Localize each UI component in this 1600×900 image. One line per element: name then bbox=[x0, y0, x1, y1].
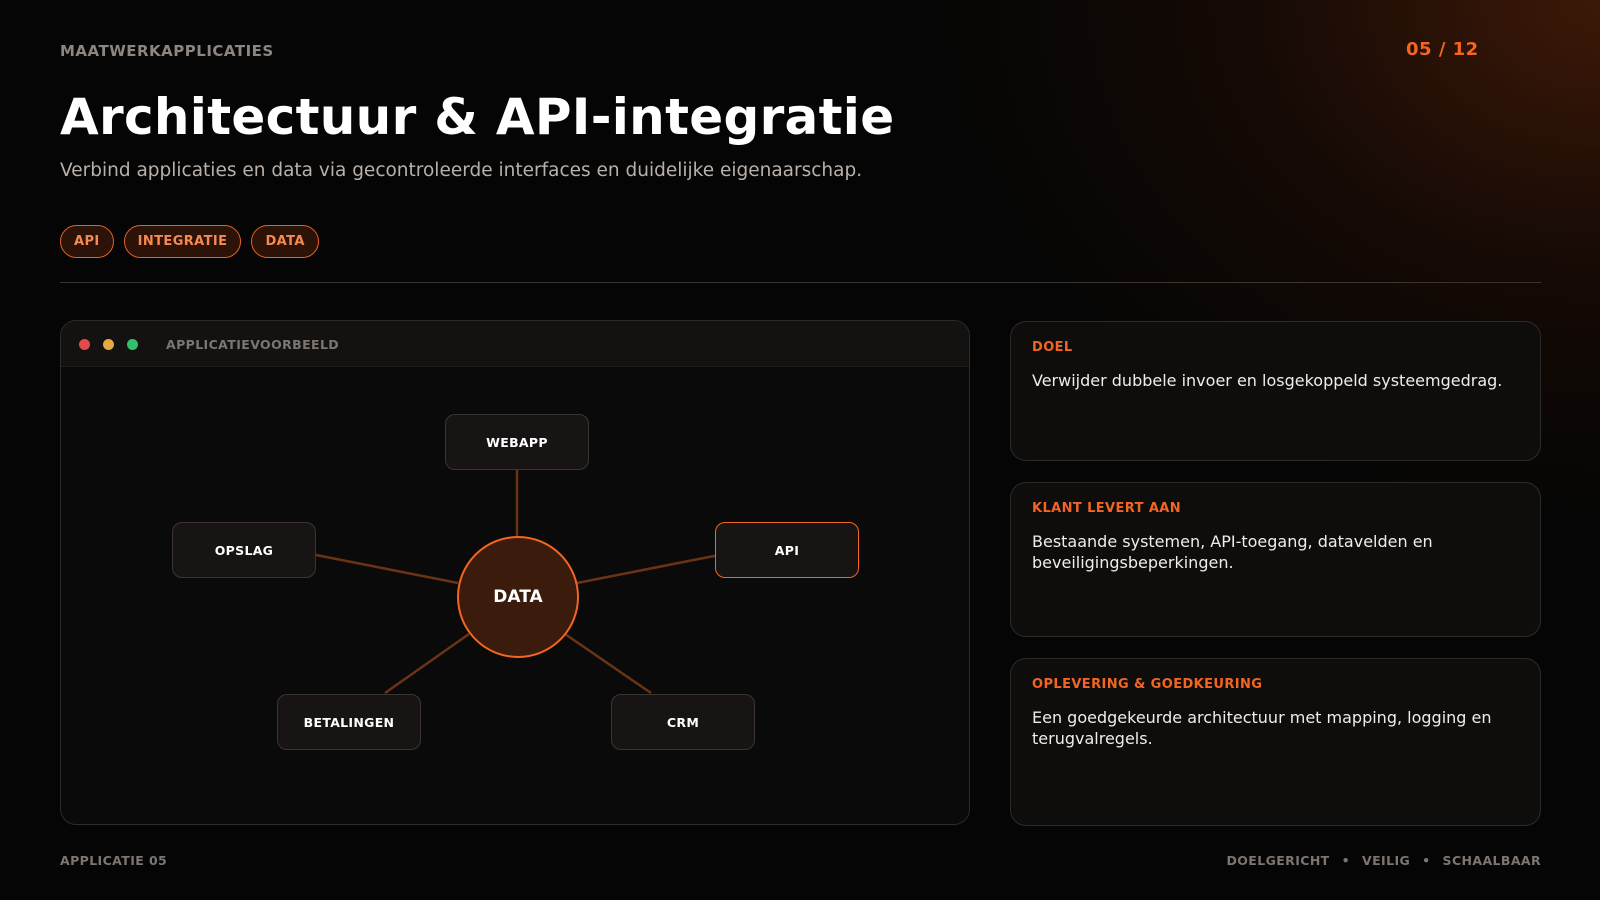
node-webapp: WEBAPP bbox=[445, 414, 589, 470]
card-label: OPLEVERING & GOEDKEURING bbox=[1032, 677, 1263, 692]
connector-api bbox=[576, 553, 720, 585]
card-text: Een goedgekeurde architectuur met mappin… bbox=[1032, 708, 1492, 748]
card-label: KLANT LEVERT AAN bbox=[1032, 501, 1182, 516]
node-betalingen: BETALINGEN bbox=[277, 694, 421, 750]
footer-values: DOELGERICHT • VEILIG • SCHAALBAAR bbox=[1226, 853, 1541, 868]
tag-list: API INTEGRATIE DATA bbox=[60, 225, 319, 258]
card-klant-levert-aan: KLANT LEVERT AAN Bestaande systemen, API… bbox=[1010, 482, 1541, 637]
card-label: DOEL bbox=[1032, 340, 1073, 355]
page-subtitle: Verbind applicaties en data via gecontro… bbox=[60, 160, 863, 181]
card-oplevering: OPLEVERING & GOEDKEURING Een goedgekeurd… bbox=[1010, 658, 1541, 826]
card-text: Verwijder dubbele invoer en losgekoppeld… bbox=[1032, 371, 1503, 390]
connector-betalingen bbox=[384, 632, 470, 695]
card-doel: DOEL Verwijder dubbele invoer en losgeko… bbox=[1010, 321, 1541, 461]
app-window: APPLICATIEVOORBEELD WEBAPP OPSLAG API BE… bbox=[60, 320, 970, 825]
footer-value: VEILIG bbox=[1362, 853, 1411, 868]
footer-value: SCHAALBAAR bbox=[1442, 853, 1541, 868]
footer-separator: • bbox=[1341, 853, 1351, 868]
connector-crm bbox=[564, 632, 652, 695]
tag-data: DATA bbox=[251, 225, 319, 258]
hub-data: DATA bbox=[457, 536, 579, 658]
header-divider bbox=[60, 282, 1541, 283]
page-title: Architectuur & API-integratie bbox=[60, 88, 895, 146]
footer-app-label: APPLICATIE 05 bbox=[60, 853, 168, 868]
slide: MAATWERKAPPLICATIES 05 / 12 Architectuur… bbox=[0, 0, 1600, 900]
node-opslag: OPSLAG bbox=[172, 522, 316, 578]
tag-api: API bbox=[60, 225, 114, 258]
footer-separator: • bbox=[1422, 853, 1431, 868]
node-api: API bbox=[715, 522, 859, 578]
node-crm: CRM bbox=[611, 694, 755, 750]
eyebrow-label: MAATWERKAPPLICATIES bbox=[60, 42, 274, 60]
tag-integratie: INTEGRATIE bbox=[123, 225, 242, 258]
card-text: Bestaande systemen, API-toegang, datavel… bbox=[1032, 532, 1433, 572]
connector-opslag bbox=[315, 553, 459, 585]
footer-value: DOELGERICHT bbox=[1226, 853, 1330, 868]
page-counter: 05 / 12 bbox=[1406, 39, 1479, 60]
